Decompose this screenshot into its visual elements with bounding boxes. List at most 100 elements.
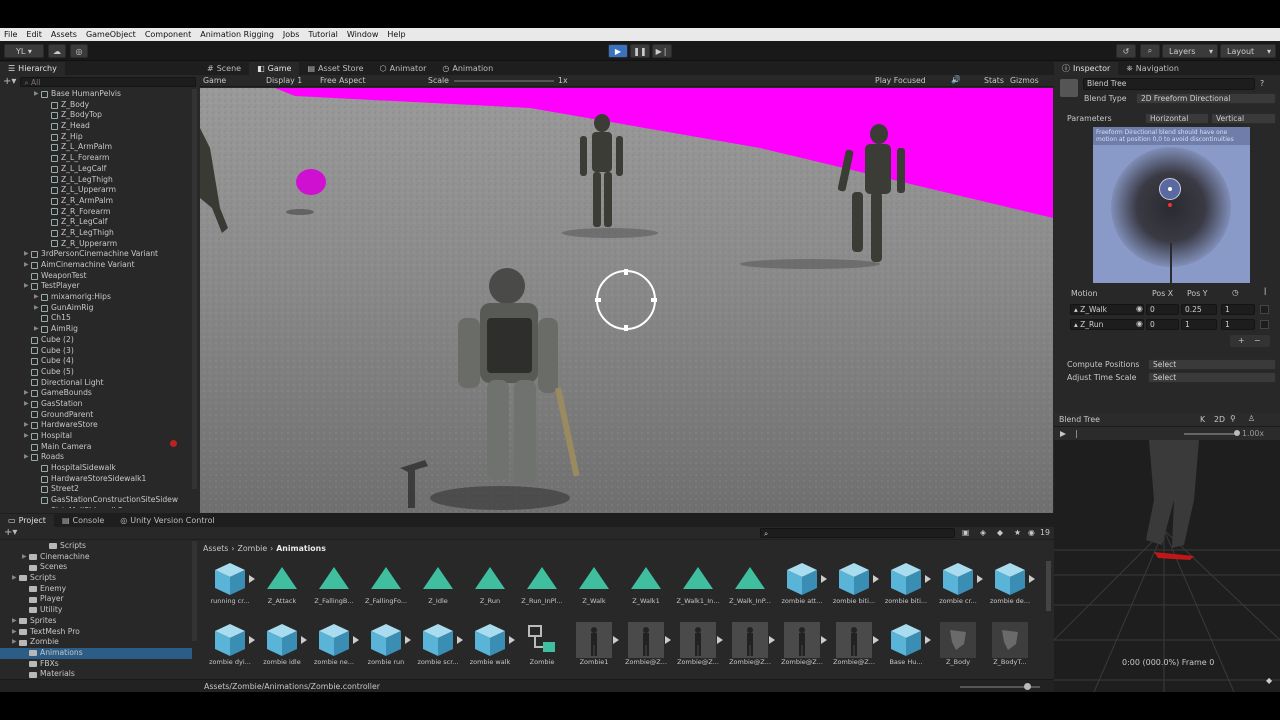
asset-item[interactable]: Zombie@Z...	[725, 622, 775, 666]
expand-arrow-icon[interactable]: ▶	[34, 303, 41, 314]
add-motion-button[interactable]: +	[1238, 336, 1245, 345]
asset-item[interactable]: Z_Walk1_In...	[673, 561, 723, 605]
stats-button[interactable]: Stats	[984, 76, 1004, 85]
mirror-checkbox[interactable]	[1260, 305, 1269, 314]
expand-asset-icon[interactable]	[1029, 575, 1035, 583]
hierarchy-item[interactable]: ▶ Roads	[0, 452, 199, 463]
asset-item[interactable]: Zombie	[517, 622, 567, 666]
tab-inspector[interactable]: ⓘ Inspector	[1054, 62, 1119, 75]
asset-item[interactable]: zombie scr...	[413, 622, 463, 666]
favorite-icon[interactable]: ★	[1014, 528, 1021, 537]
menu-item-animation-rigging[interactable]: Animation Rigging	[200, 30, 274, 39]
folder-item[interactable]: Animations	[0, 647, 192, 659]
expand-asset-icon[interactable]	[977, 575, 983, 583]
asset-item[interactable]: Z_BodyT...	[985, 622, 1035, 666]
asset-item[interactable]: Z_Walk_InP...	[725, 561, 775, 605]
preview-2d-toggle[interactable]: 2D	[1214, 415, 1225, 424]
hierarchy-item[interactable]: ▶ Base HumanPelvis	[0, 89, 199, 100]
folder-item[interactable]: Enemy	[0, 584, 192, 595]
expand-asset-icon[interactable]	[457, 636, 463, 644]
menu-item-component[interactable]: Component	[145, 30, 191, 39]
hierarchy-item[interactable]: Z_L_LegThigh	[0, 175, 199, 186]
hierarchy-item[interactable]: GasStationConstructionSiteSidew	[0, 495, 199, 506]
expand-asset-icon[interactable]	[405, 636, 411, 644]
expand-arrow-icon[interactable]: ▶	[24, 399, 31, 410]
hierarchy-item[interactable]: WeaponTest	[0, 271, 199, 282]
project-search-input[interactable]: ⌕	[760, 528, 955, 538]
hierarchy-item[interactable]: Cube (4)	[0, 356, 199, 367]
asset-item[interactable]: Z_Run	[465, 561, 515, 605]
hierarchy-item[interactable]: HospitalSidewalk	[0, 463, 199, 474]
asset-item[interactable]: Z_Idle	[413, 561, 463, 605]
layout-dropdown[interactable]: Layout ▾	[1220, 44, 1276, 58]
expand-arrow-icon[interactable]: ▶	[24, 431, 31, 442]
hierarchy-item[interactable]: Z_Hip	[0, 132, 199, 143]
hierarchy-item[interactable]: ▶ AimRig	[0, 324, 199, 335]
object-picker-icon[interactable]: ◉	[1136, 304, 1143, 313]
hierarchy-item[interactable]: ▶ AimCinemachine Variant	[0, 260, 199, 271]
hierarchy-item[interactable]: ▶ GameBounds	[0, 388, 199, 399]
expand-asset-icon[interactable]	[821, 636, 827, 644]
eye-icon[interactable]: ◉	[1028, 528, 1035, 537]
game-viewport[interactable]	[200, 88, 1053, 513]
expand-arrow-icon[interactable]: ▶	[24, 452, 31, 463]
remove-motion-button[interactable]: −	[1254, 336, 1261, 345]
expand-arrow-icon[interactable]: ▶	[24, 281, 31, 292]
preview-pivot-icon[interactable]: K	[1200, 415, 1205, 424]
expand-arrow-icon[interactable]: ▶	[22, 552, 29, 563]
tab-console[interactable]: ▤ Console	[54, 514, 112, 527]
tab-animation[interactable]: ◷ Animation	[434, 62, 501, 75]
asset-item[interactable]: zombie biti...	[829, 561, 879, 605]
speed-slider[interactable]	[1184, 433, 1239, 435]
blend-point[interactable]	[1168, 187, 1172, 191]
display-dropdown[interactable]: Display 1	[266, 76, 302, 85]
hierarchy-item[interactable]: GroundParent	[0, 410, 199, 421]
hierarchy-item[interactable]: Z_R_Upperarm	[0, 239, 199, 250]
expand-arrow-icon[interactable]: ▶	[12, 573, 19, 584]
expand-arrow-icon[interactable]: ▶	[24, 388, 31, 399]
expand-arrow-icon[interactable]: ▶	[12, 637, 19, 648]
asset-item[interactable]: zombie dyi...	[205, 622, 255, 666]
motion-y-field[interactable]: 1	[1181, 319, 1217, 330]
expand-arrow-icon[interactable]: ▶	[12, 616, 19, 627]
asset-item[interactable]: Z_FallingB...	[309, 561, 359, 605]
add-icon[interactable]: +▾	[3, 76, 16, 87]
asset-item[interactable]: zombie walk	[465, 622, 515, 666]
hierarchy-item[interactable]: ▶ GunAimRig	[0, 303, 199, 314]
expand-asset-icon[interactable]	[717, 636, 723, 644]
hierarchy-item[interactable]: ▶ GasStation	[0, 399, 199, 410]
preview-model-icon[interactable]: ♙	[1248, 414, 1255, 423]
expand-asset-icon[interactable]	[353, 636, 359, 644]
history-icon[interactable]: ↺	[1116, 44, 1136, 58]
expand-arrow-icon[interactable]: ▶	[24, 249, 31, 260]
hierarchy-search-input[interactable]: ⌕ All	[20, 76, 196, 87]
hierarchy-item[interactable]: Z_Head	[0, 121, 199, 132]
blend-tree-name-field[interactable]: Blend Tree	[1083, 78, 1255, 90]
blend-space-graph[interactable]: Freeform Directional blend should have o…	[1093, 127, 1250, 283]
pause-button[interactable]: ❚❚	[630, 44, 650, 58]
hierarchy-item[interactable]: ▶ Hospital	[0, 431, 199, 442]
hierarchy-scrollbar[interactable]	[192, 89, 197, 489]
asset-item[interactable]: Z_Run_InPl...	[517, 561, 567, 605]
asset-scrollbar[interactable]	[1046, 561, 1051, 611]
folder-item[interactable]: ▶ Sprites	[0, 616, 192, 627]
folder-item[interactable]: Scenes	[0, 562, 192, 573]
folder-item[interactable]: Utility	[0, 605, 192, 616]
hierarchy-item[interactable]: Z_L_LegCalf	[0, 164, 199, 175]
preview-tag-icon[interactable]: ◆	[1266, 676, 1272, 685]
project-add-icon[interactable]: +▾	[4, 527, 17, 538]
hierarchy-item[interactable]: StripMallSidewalk2	[0, 506, 199, 508]
motion-x-field[interactable]: 0	[1146, 319, 1179, 330]
asset-item[interactable]: zombie att...	[777, 561, 827, 605]
expand-asset-icon[interactable]	[925, 575, 931, 583]
asset-item[interactable]: Zombie@Z...	[829, 622, 879, 666]
tab-hierarchy[interactable]: ☰ Hierarchy	[0, 62, 65, 75]
folder-scrollbar[interactable]	[192, 541, 197, 641]
motion-field[interactable]: ▴ Z_Walk	[1070, 304, 1144, 315]
expand-asset-icon[interactable]	[769, 636, 775, 644]
tab-unity-version-control[interactable]: ◎ Unity Version Control	[112, 514, 222, 527]
hierarchy-item[interactable]: Z_R_LegThigh	[0, 228, 199, 239]
tab-asset-store[interactable]: ▤ Asset Store	[299, 62, 371, 75]
menu-item-file[interactable]: File	[4, 30, 17, 39]
menu-item-help[interactable]: Help	[387, 30, 405, 39]
